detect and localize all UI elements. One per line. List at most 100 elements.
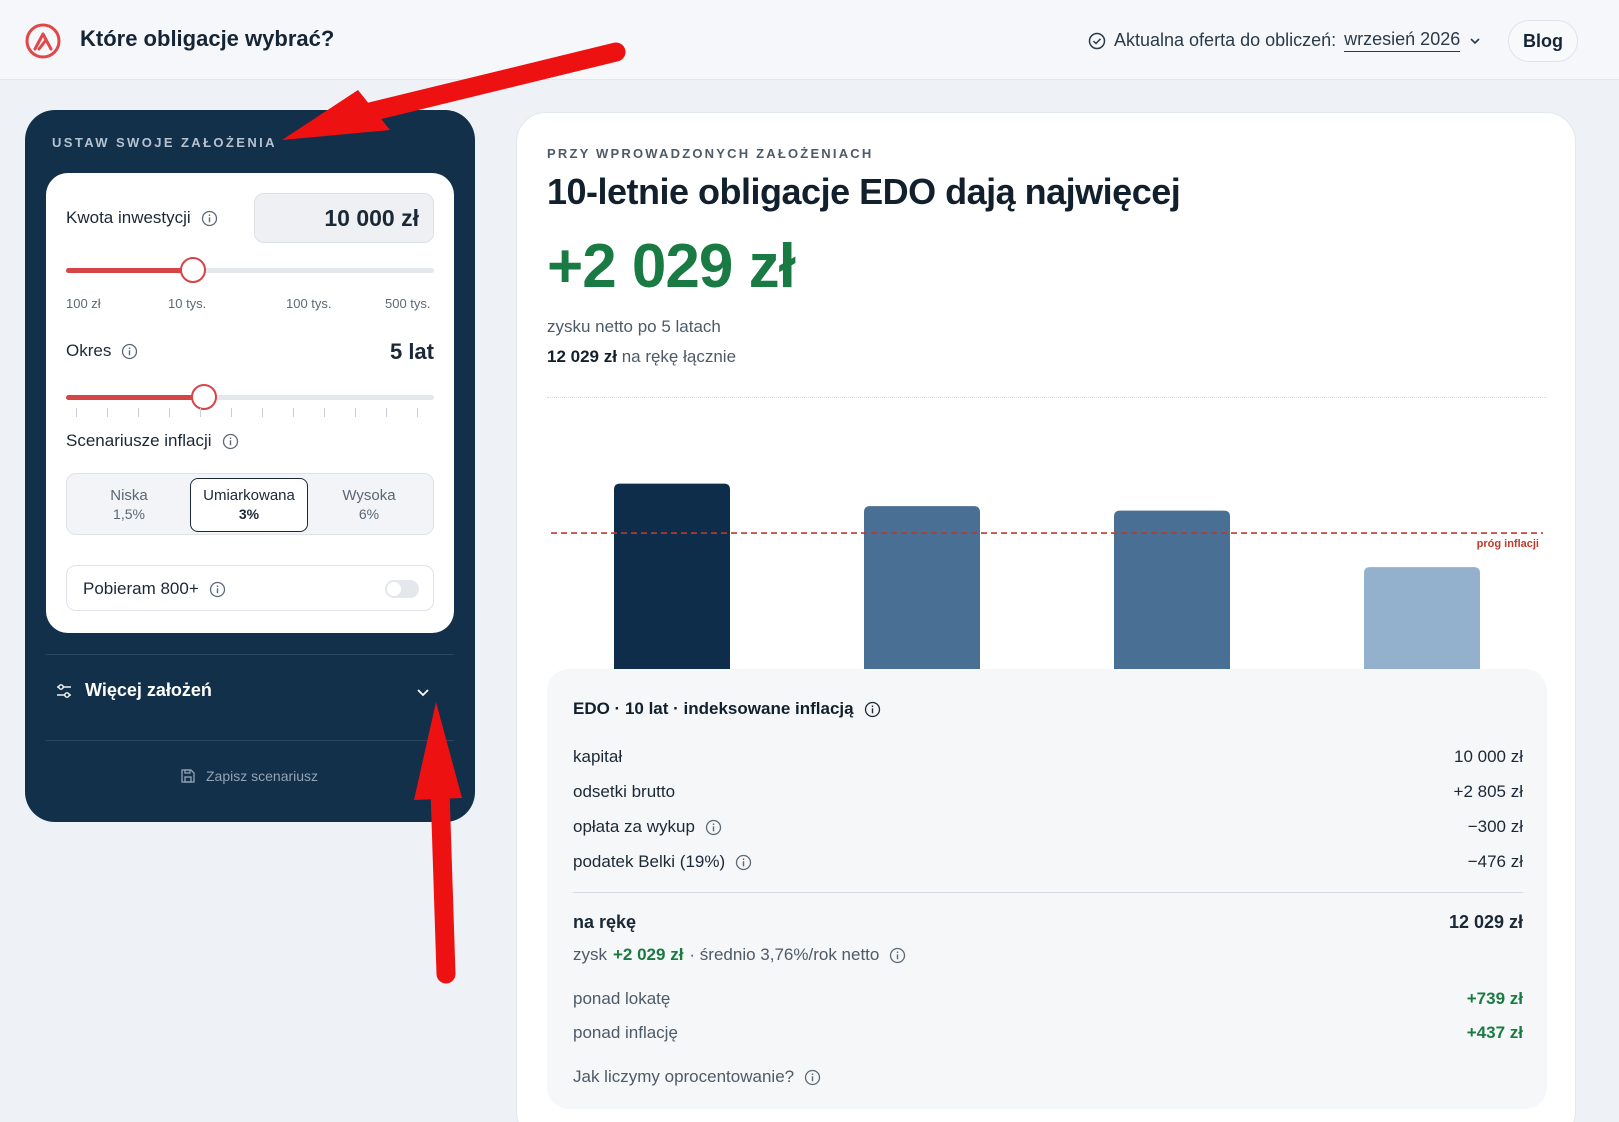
net-gain: +2 029 zł: [547, 232, 796, 301]
slider-tick: [200, 408, 201, 417]
amount-slider-fill: [66, 268, 193, 273]
option-value: 6%: [358, 506, 380, 522]
info-icon[interactable]: [735, 854, 752, 871]
profit-value: +2 029 zł: [613, 945, 684, 964]
sliders-icon: [57, 683, 71, 698]
save-icon: [181, 769, 195, 783]
blog-button[interactable]: Blog: [1508, 20, 1578, 62]
app-title: Które obligacje wybrać?: [80, 26, 335, 51]
check-circle-icon: [1088, 32, 1106, 49]
amount-slider[interactable]: [66, 257, 434, 283]
top-header: Które obligacje wybrać? Aktualna oferta …: [0, 0, 1619, 80]
info-icon[interactable]: [889, 947, 906, 964]
slider-tick: [169, 408, 170, 417]
row-label-group: podatek Belki (19%): [573, 852, 752, 872]
inflation-option-high[interactable]: Wysoka 6%: [310, 478, 428, 532]
above-deposit-value: +739 zł: [1466, 989, 1523, 1008]
info-icon[interactable]: [201, 210, 218, 227]
info-icon[interactable]: [121, 343, 138, 360]
breakdown-row: podatek Belki (19%) −476 zł: [573, 852, 1523, 872]
divider: [46, 654, 454, 655]
assumptions-card: Kwota inwestycji 10 000 zł 100 zł 10 tys…: [46, 173, 454, 633]
slider-tick: [76, 408, 77, 417]
period-slider-fill: [66, 395, 204, 400]
info-icon[interactable]: [705, 819, 722, 836]
results-panel: PRZY WPROWADZONYCH ZAŁOŻENIACH 10-letnie…: [516, 112, 1576, 1122]
option-value: 1,5%: [113, 506, 145, 522]
inflation-option-moderate[interactable]: Umiarkowana 3%: [190, 478, 308, 532]
breakdown-title-row: EDO · 10 lat · indeksowane inflacją: [573, 699, 881, 719]
assumptions-title: USTAW SWOJE ZAŁOŻENIA: [52, 135, 277, 150]
row-value: +2 805 zł: [1453, 782, 1523, 801]
above-deposit-row: ponad lokatę +739 zł: [573, 989, 1523, 1009]
row-label: opłata za wykup: [573, 817, 695, 836]
amount-input[interactable]: 10 000 zł: [254, 193, 434, 243]
more-assumptions-button[interactable]: Więcej założeń: [55, 680, 212, 701]
total-net-row: 12 029 zł na rękę łącznie: [547, 347, 736, 367]
period-label-row: Okres: [66, 341, 138, 361]
row-label: kapitał: [573, 747, 623, 766]
assumptions-panel: USTAW SWOJE ZAŁOŻENIA Kwota inwestycji 1…: [25, 110, 475, 822]
breakdown-row: odsetki brutto +2 805 zł: [573, 782, 1523, 802]
inflation-label: Scenariusze inflacji: [66, 431, 212, 450]
above-deposit-label: ponad lokatę: [573, 989, 671, 1008]
breakdown-row: opłata za wykup −300 zł: [573, 817, 1523, 837]
option-name: Niska: [110, 487, 148, 504]
period-slider-thumb[interactable]: [191, 384, 217, 410]
row-value: −476 zł: [1467, 852, 1523, 871]
total-net-suffix: na rękę łącznie: [621, 347, 737, 366]
offer-value[interactable]: wrzesień 2026: [1344, 29, 1461, 52]
amount-tick: 100 tys.: [286, 296, 332, 311]
inflation-scenario-selector: Niska 1,5% Umiarkowana 3% Wysoka 6%: [66, 473, 434, 535]
slider-tick: [293, 408, 294, 417]
results-headline: 10-letnie obligacje EDO dają najwięcej: [547, 171, 1181, 212]
interest-explainer-link[interactable]: Jak liczymy oprocentowanie?: [573, 1067, 821, 1087]
net-total-label: na rękę: [573, 912, 637, 932]
breakdown-row: kapitał 10 000 zł: [573, 747, 1523, 767]
period-slider[interactable]: [66, 384, 434, 410]
amount-slider-thumb[interactable]: [179, 257, 206, 283]
more-assumptions-label: Więcej założeń: [85, 680, 212, 700]
chevron-down-icon[interactable]: [415, 684, 431, 700]
slider-tick: [355, 408, 356, 417]
row-label: odsetki brutto: [573, 782, 676, 801]
breakdown-card: EDO · 10 lat · indeksowane inflacją kapi…: [547, 669, 1547, 1109]
net-total-row: na rękę 12 029 zł: [573, 912, 1523, 933]
info-icon[interactable]: [209, 581, 226, 598]
amount-tick: 100 zł: [66, 296, 101, 311]
inflation-threshold-label: próg inflacji: [1477, 538, 1539, 550]
amount-label-row: Kwota inwestycji: [66, 208, 218, 228]
divider: [46, 740, 454, 741]
period-label: Okres: [66, 341, 112, 360]
divider: [573, 892, 1523, 893]
offer-selector[interactable]: Aktualna oferta do obliczeń: wrzesień 20…: [1088, 29, 1482, 52]
info-icon[interactable]: [864, 701, 881, 718]
info-icon[interactable]: [804, 1069, 821, 1086]
option-name: Umiarkowana: [203, 487, 295, 504]
save-scenario-label: Zapisz scenariusz: [206, 768, 319, 784]
info-icon[interactable]: [222, 433, 239, 450]
amount-tick: 10 tys.: [168, 296, 207, 311]
profit-prefix: zysk: [573, 945, 607, 964]
slider-tick: [107, 408, 108, 417]
benefit-toggle[interactable]: [385, 580, 419, 598]
slider-tick: [138, 408, 139, 417]
chevron-down-icon[interactable]: [1468, 34, 1482, 48]
benefit-toggle-row[interactable]: Pobieram 800+: [66, 565, 434, 611]
breakdown-title: EDO · 10 lat · indeksowane inflacją: [573, 699, 854, 718]
logo-icon[interactable]: [24, 22, 62, 60]
above-inflation-label: ponad inflację: [573, 1023, 678, 1042]
row-value: 10 000 zł: [1454, 747, 1523, 766]
above-inflation-row: ponad inflację +437 zł: [573, 1023, 1523, 1043]
amount-label: Kwota inwestycji: [66, 208, 191, 227]
save-scenario-button[interactable]: Zapisz scenariusz: [180, 768, 318, 784]
slider-tick: [262, 408, 263, 417]
interest-explainer-label: Jak liczymy oprocentowanie?: [573, 1067, 795, 1086]
benefit-label-row: Pobieram 800+: [83, 579, 226, 599]
row-value: −300 zł: [1467, 817, 1523, 836]
row-label-group: opłata za wykup: [573, 817, 722, 837]
slider-tick: [417, 408, 418, 417]
total-net-value: 12 029 zł: [547, 347, 617, 366]
row-label: podatek Belki (19%): [573, 852, 726, 871]
inflation-option-low[interactable]: Niska 1,5%: [70, 478, 188, 532]
